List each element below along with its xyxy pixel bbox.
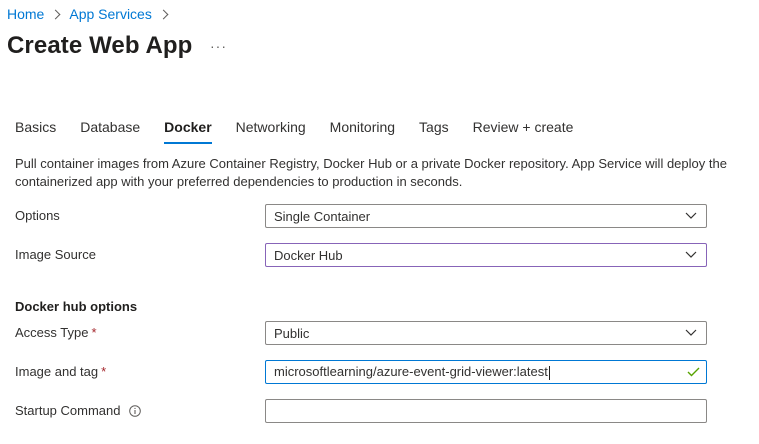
image-source-value: Docker Hub: [274, 247, 343, 263]
image-source-label-text: Image Source: [15, 247, 96, 262]
chevron-right-icon: [50, 9, 61, 19]
tab-database[interactable]: Database: [80, 118, 140, 138]
startup-command-input[interactable]: [265, 399, 707, 423]
image-and-tag-value: microsoftlearning/azure-event-grid-viewe…: [266, 364, 686, 380]
access-type-value: Public: [274, 325, 310, 341]
breadcrumb: Home App Services: [7, 5, 177, 23]
options-value: Single Container: [274, 208, 371, 224]
chevron-down-icon: [684, 248, 698, 262]
info-icon[interactable]: [128, 404, 141, 417]
image-and-tag-label: Image and tag *: [15, 364, 106, 379]
breadcrumb-home-link[interactable]: Home: [7, 6, 44, 22]
image-and-tag-input[interactable]: microsoftlearning/azure-event-grid-viewe…: [265, 360, 707, 384]
access-type-label-text: Access Type: [15, 325, 89, 340]
options-dropdown[interactable]: Single Container: [265, 204, 707, 228]
chevron-down-icon: [684, 326, 698, 340]
tab-docker[interactable]: Docker: [164, 118, 213, 144]
tab-bar: Basics Database Docker Networking Monito…: [15, 118, 597, 144]
options-label: Options: [15, 208, 60, 223]
startup-command-label-text: Startup Command: [15, 403, 121, 418]
tab-review-create[interactable]: Review + create: [473, 118, 574, 138]
image-source-label: Image Source: [15, 247, 96, 262]
options-label-text: Options: [15, 208, 60, 223]
docker-description: Pull container images from Azure Contain…: [15, 156, 727, 189]
more-options-icon[interactable]: ···: [210, 38, 227, 54]
tab-networking[interactable]: Networking: [236, 118, 306, 138]
text-caret: [548, 365, 550, 380]
access-type-label: Access Type *: [15, 325, 97, 340]
docker-hub-options-heading: Docker hub options: [15, 299, 138, 314]
image-source-dropdown[interactable]: Docker Hub: [265, 243, 707, 267]
required-marker: *: [91, 325, 97, 340]
tab-tags[interactable]: Tags: [419, 118, 449, 138]
tab-monitoring[interactable]: Monitoring: [330, 118, 395, 138]
page-title: Create Web App: [7, 32, 193, 59]
required-marker: *: [101, 364, 107, 379]
image-and-tag-text: microsoftlearning/azure-event-grid-viewe…: [274, 364, 548, 380]
access-type-dropdown[interactable]: Public: [265, 321, 707, 345]
tab-basics[interactable]: Basics: [15, 118, 56, 138]
chevron-down-icon: [684, 209, 698, 223]
chevron-right-icon: [158, 9, 169, 19]
image-and-tag-label-text: Image and tag: [15, 364, 99, 379]
startup-command-label: Startup Command: [15, 403, 141, 418]
breadcrumb-app-services-link[interactable]: App Services: [69, 6, 151, 22]
checkmark-icon: [686, 365, 700, 379]
